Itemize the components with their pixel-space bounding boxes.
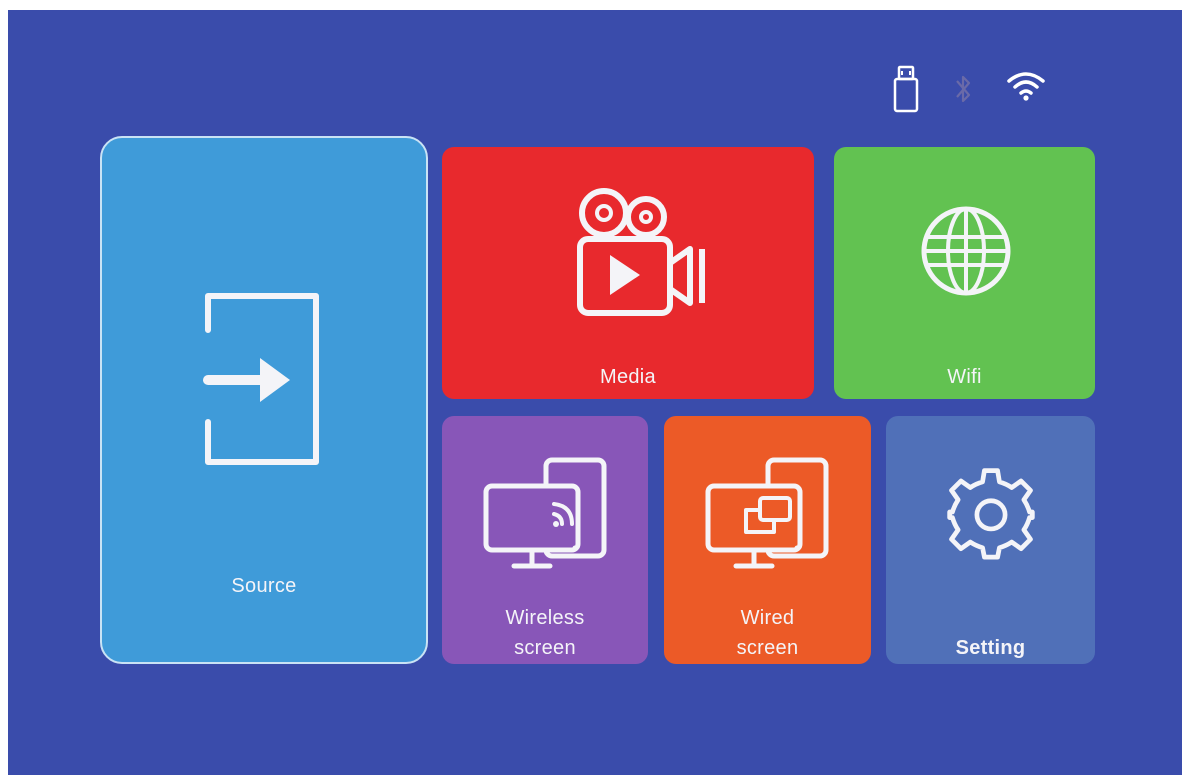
wireless-screen-label-line1: Wireless bbox=[505, 607, 585, 629]
wired-screen-label-line1: Wired bbox=[740, 607, 795, 629]
setting-label: Setting bbox=[955, 637, 1026, 659]
wireless-screen-tile[interactable]: Wireless screen bbox=[442, 416, 648, 664]
video-camera-icon bbox=[577, 188, 705, 316]
bluetooth-icon bbox=[956, 75, 971, 103]
status-bar bbox=[888, 65, 1058, 125]
usb-drive-icon bbox=[893, 65, 919, 113]
gear-icon bbox=[947, 468, 1035, 560]
screen-mirror-icon bbox=[705, 457, 829, 569]
wifi-label: Wifi bbox=[947, 366, 982, 388]
screen-cast-icon bbox=[483, 457, 607, 569]
home-screen: Source Media Wifi Wireless screen Wired … bbox=[8, 10, 1182, 775]
wired-screen-label-line2: screen bbox=[736, 637, 799, 659]
source-label: Source bbox=[231, 575, 297, 597]
globe-icon bbox=[921, 206, 1011, 296]
wifi-signal-icon bbox=[1007, 72, 1045, 101]
wireless-screen-label-line2: screen bbox=[514, 637, 576, 659]
source-tile[interactable]: Source bbox=[100, 136, 428, 664]
setting-tile[interactable]: Setting bbox=[886, 416, 1095, 664]
wifi-tile[interactable]: Wifi bbox=[834, 147, 1095, 399]
media-tile[interactable]: Media bbox=[442, 147, 814, 399]
media-label: Media bbox=[600, 366, 656, 388]
wired-screen-tile[interactable]: Wired screen bbox=[664, 416, 871, 664]
input-source-icon bbox=[203, 293, 319, 465]
